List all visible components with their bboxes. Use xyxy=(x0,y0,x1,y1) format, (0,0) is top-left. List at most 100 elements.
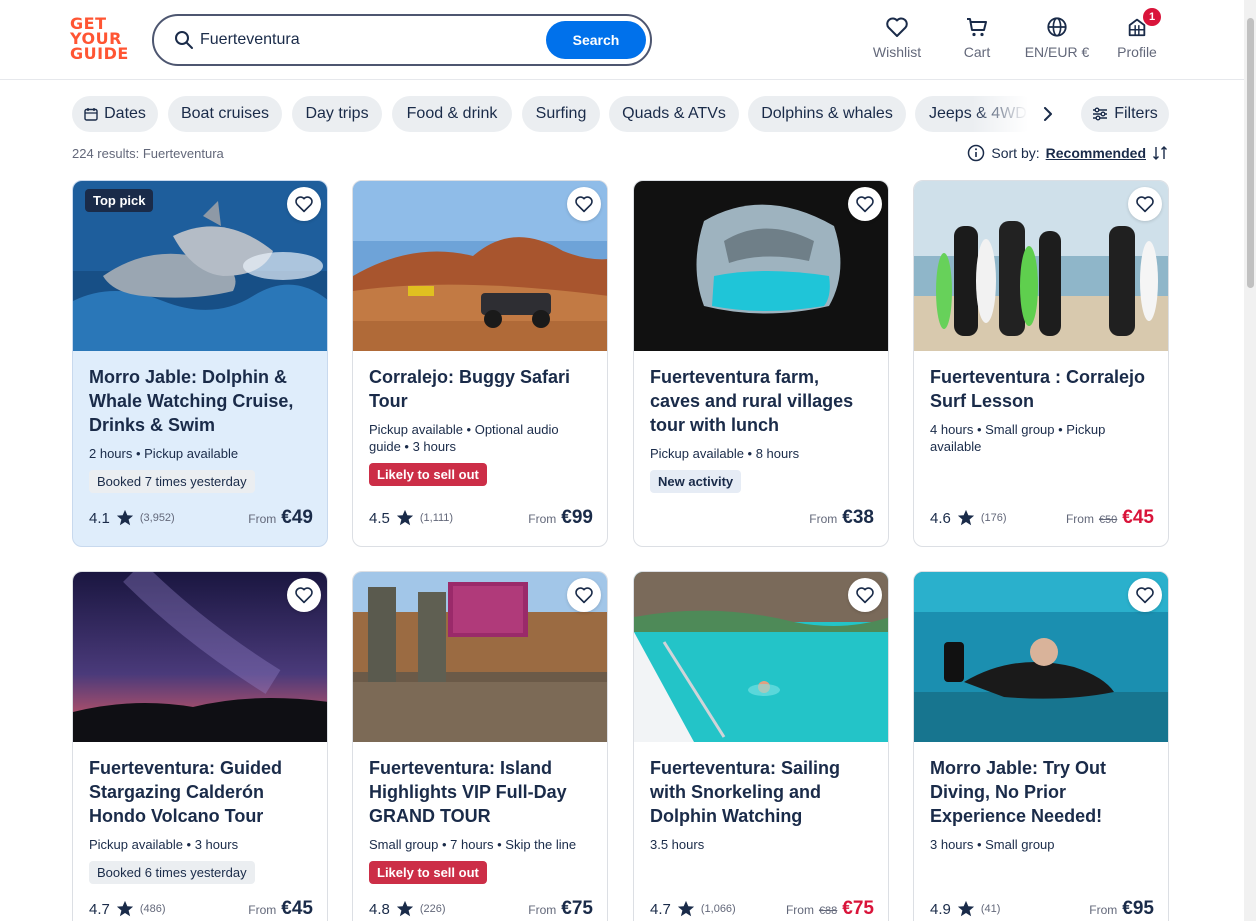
chip-surfing[interactable]: Surfing xyxy=(522,96,600,132)
activity-title[interactable]: Morro Jable: Dolphin & Whale Watching Cr… xyxy=(89,365,311,437)
chip-day-trips[interactable]: Day trips xyxy=(292,96,382,132)
activity-meta: 3 hours • Small group xyxy=(930,837,1055,852)
price-amount: €75 xyxy=(561,898,593,919)
filters-label: Filters xyxy=(1114,105,1158,122)
price-from-label: From xyxy=(528,903,557,917)
price-from-label: From xyxy=(1065,512,1094,526)
chip-dolphins-whales[interactable]: Dolphins & whales xyxy=(748,96,906,132)
rating-value: 4.7 xyxy=(89,900,110,918)
sort-arrows-icon xyxy=(1153,146,1167,160)
price: From €38 xyxy=(809,507,874,529)
activity-title[interactable]: Morro Jable: Try Out Diving, No Prior Ex… xyxy=(930,756,1152,828)
activity-image-buggy xyxy=(353,181,607,351)
wishlist-heart-button[interactable] xyxy=(1128,578,1162,612)
review-count: (1,066) xyxy=(700,903,736,915)
activity-image-surf xyxy=(914,181,1168,351)
rating-value: 4.6 xyxy=(930,509,951,527)
rating-value: 4.1 xyxy=(89,509,110,527)
price: From €88 €75 xyxy=(786,898,874,920)
filters-button[interactable]: Filters xyxy=(1081,96,1169,132)
wishlist-heart-button[interactable] xyxy=(287,578,321,612)
profile-label: Profile xyxy=(1117,44,1157,60)
chip-label: Day trips xyxy=(305,105,369,122)
activity-title[interactable]: Corralejo: Buggy Safari Tour xyxy=(369,365,591,413)
original-price: €50 xyxy=(1098,514,1118,526)
price-from-label: From xyxy=(1089,903,1118,917)
heart-icon xyxy=(295,587,313,604)
price-from-label: From xyxy=(785,903,814,917)
rating-value: 4.8 xyxy=(369,900,390,918)
activity-meta: Pickup available • Optional audio guide … xyxy=(369,422,559,454)
price: From €45 xyxy=(248,898,313,920)
rating-value: 4.9 xyxy=(930,900,951,918)
wishlist-heart-button[interactable] xyxy=(567,187,601,221)
rating: 4.6 (176) xyxy=(930,509,1007,527)
wishlist-heart-button[interactable] xyxy=(1128,187,1162,221)
star-icon xyxy=(957,900,975,918)
activity-title[interactable]: Fuerteventura : Corralejo Surf Lesson xyxy=(930,365,1152,413)
card-footer: 4.9 (41) From €95 xyxy=(930,897,1154,921)
chip-dates[interactable]: Dates xyxy=(72,96,158,132)
chip-boat-cruises[interactable]: Boat cruises xyxy=(168,96,282,132)
booking-tag: Booked 7 times yesterday xyxy=(89,470,255,493)
wishlist-heart-button[interactable] xyxy=(848,578,882,612)
activity-card[interactable]: Fuerteventura farm, caves and rural vill… xyxy=(633,180,889,547)
activity-title[interactable]: Fuerteventura: Island Highlights VIP Ful… xyxy=(369,756,591,828)
activity-card[interactable]: Fuerteventura: Guided Stargazing Calderó… xyxy=(72,571,328,921)
wishlist-heart-button[interactable] xyxy=(848,187,882,221)
original-price: €88 xyxy=(818,905,838,917)
info-icon xyxy=(968,144,985,162)
activity-card[interactable]: Fuerteventura : Corralejo Surf Lesson 4 … xyxy=(913,180,1169,547)
chip-food-drink[interactable]: Food & drink xyxy=(392,96,512,132)
getyourguide-logo[interactable]: GET YOUR GUIDE xyxy=(70,16,132,64)
wishlist-heart-button[interactable] xyxy=(287,187,321,221)
price-from-label: From xyxy=(248,903,277,917)
card-footer: From €38 xyxy=(650,506,874,530)
activity-image-diving xyxy=(914,572,1168,742)
activity-card[interactable]: Corralejo: Buggy Safari Tour Pickup avai… xyxy=(352,180,608,547)
activity-image-sailing xyxy=(634,572,888,742)
chip-quads-atvs[interactable]: Quads & ATVs xyxy=(609,96,739,132)
activity-meta: Pickup available • 3 hours xyxy=(89,837,239,852)
likely-to-sell-out-tag: Likely to sell out xyxy=(369,861,487,884)
page-scrollbar[interactable] xyxy=(1244,0,1256,921)
review-count: (226) xyxy=(419,903,446,915)
scrollbar-thumb[interactable] xyxy=(1247,18,1254,288)
likely-to-sell-out-tag: Likely to sell out xyxy=(369,463,487,486)
search-input[interactable] xyxy=(200,26,530,54)
activity-title[interactable]: Fuerteventura: Sailing with Snorkeling a… xyxy=(650,756,872,828)
search-icon xyxy=(175,31,193,49)
price: From €75 xyxy=(528,898,593,920)
chip-label: Dolphins & whales xyxy=(761,105,893,122)
price-amount: €49 xyxy=(281,507,313,528)
chevron-right-icon[interactable] xyxy=(1036,102,1060,126)
card-footer: 4.7 (486) From €45 xyxy=(89,897,313,921)
card-footer: 4.7 (1,066) From €88 €75 xyxy=(650,897,874,921)
sort-value[interactable]: Recommended xyxy=(1046,145,1146,161)
rating: 4.9 (41) xyxy=(930,900,1000,918)
activity-title[interactable]: Fuerteventura: Guided Stargazing Calderó… xyxy=(89,756,311,828)
price-amount: €45 xyxy=(1122,507,1154,528)
cart-nav[interactable]: Cart xyxy=(937,16,1017,60)
rating: 4.7 (486) xyxy=(89,900,166,918)
search-button[interactable]: Search xyxy=(546,21,646,59)
activity-card[interactable]: Fuerteventura: Island Highlights VIP Ful… xyxy=(352,571,608,921)
activity-meta: 3.5 hours xyxy=(650,837,705,852)
activity-card[interactable]: Top pick Morro Jable: Dolphin & Whale Wa… xyxy=(72,180,328,547)
activity-image-stargazing xyxy=(73,572,327,742)
price: From €95 xyxy=(1089,898,1154,920)
activity-image-island-tour xyxy=(353,572,607,742)
profile-nav[interactable]: 1 Profile xyxy=(1097,8,1177,60)
review-count: (3,952) xyxy=(139,512,175,524)
activity-card[interactable]: Fuerteventura: Sailing with Snorkeling a… xyxy=(633,571,889,921)
language-currency-nav[interactable]: EN/EUR € xyxy=(1017,16,1097,60)
chip-label: Surfing xyxy=(535,105,587,122)
sort-control[interactable]: Sort by: Recommended xyxy=(967,144,1168,162)
wishlist-heart-button[interactable] xyxy=(567,578,601,612)
price-from-label: From xyxy=(809,512,838,526)
wishlist-nav[interactable]: Wishlist xyxy=(857,16,937,60)
activity-title[interactable]: Fuerteventura farm, caves and rural vill… xyxy=(650,365,872,437)
activity-card[interactable]: Morro Jable: Try Out Diving, No Prior Ex… xyxy=(913,571,1169,921)
heart-icon xyxy=(856,587,874,604)
rating-value: 4.7 xyxy=(650,900,671,918)
